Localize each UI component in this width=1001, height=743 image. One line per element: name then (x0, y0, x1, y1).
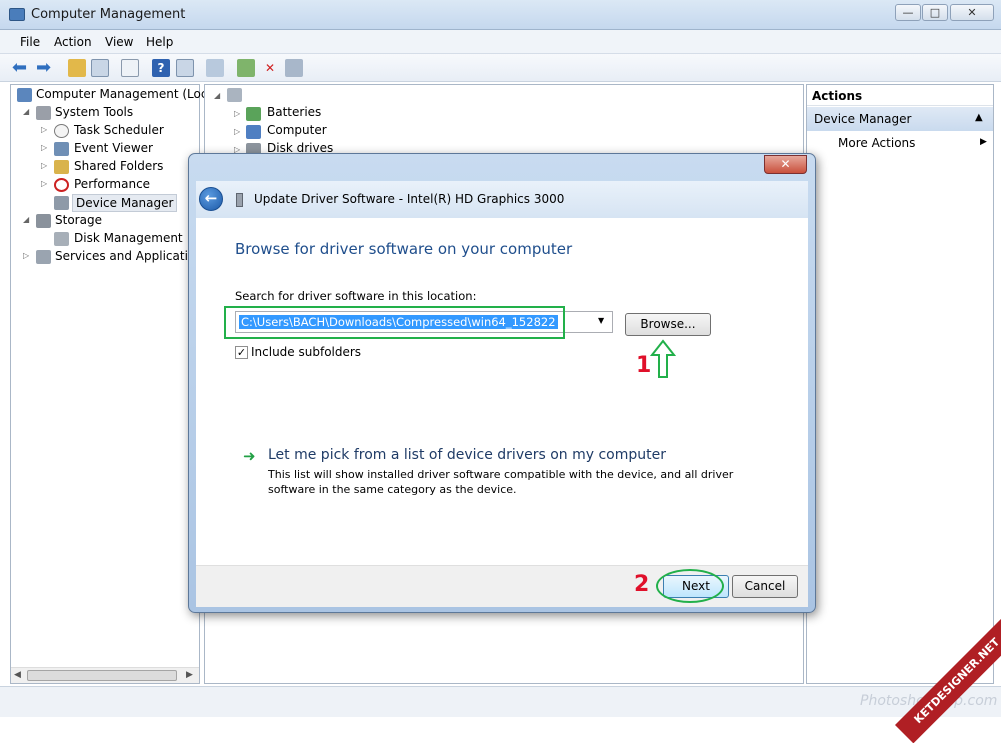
submenu-arrow-icon: ▶ (980, 137, 987, 147)
menu-view[interactable]: View (105, 35, 133, 49)
step-number-2: 2 (634, 572, 650, 597)
tree-item-services-and-applications[interactable]: Services and Applications (55, 249, 209, 263)
tree-item-event-viewer[interactable]: Event Viewer (74, 141, 153, 155)
collapse-arrow-icon[interactable]: ◢ (214, 91, 220, 100)
graphics-card-icon (236, 193, 243, 207)
disk-management-icon (54, 232, 69, 246)
expand-arrow-icon[interactable]: ▷ (41, 179, 47, 188)
tree-item-storage[interactable]: Storage (55, 213, 102, 227)
collapse-arrow-icon[interactable]: ◢ (23, 107, 29, 116)
menu-file[interactable]: File (20, 35, 40, 49)
horizontal-scrollbar[interactable]: ◀ ▶ (11, 667, 199, 683)
tree-item-computer-management[interactable]: Computer Management (Local (36, 87, 218, 101)
include-subfolders-checkbox[interactable]: ✓ (235, 346, 248, 359)
app-icon (9, 8, 25, 21)
scroll-left-icon[interactable]: ◀ (14, 670, 21, 680)
include-subfolders-label[interactable]: Include subfolders (251, 345, 361, 359)
maximize-button[interactable]: □ (922, 4, 948, 21)
tree-item-shared-folders[interactable]: Shared Folders (74, 159, 163, 173)
forward-arrow-icon[interactable]: ➡ (36, 57, 51, 78)
expand-arrow-icon[interactable]: ▷ (234, 127, 240, 136)
shared-folders-icon (54, 160, 69, 174)
expand-arrow-icon[interactable]: ▷ (41, 125, 47, 134)
actions-section-label: Device Manager (814, 112, 912, 126)
scan-hardware-icon[interactable] (206, 59, 224, 77)
clock-icon (54, 124, 69, 138)
pick-description-line2: software in the same category as the dev… (268, 483, 517, 496)
performance-icon (54, 178, 69, 192)
computer-icon (227, 88, 242, 102)
battery-icon (246, 107, 261, 121)
tree-item-performance[interactable]: Performance (74, 177, 150, 191)
back-arrow-icon[interactable]: ⬅ (12, 57, 27, 78)
dialog-close-button[interactable]: ✕ (764, 155, 807, 174)
arrow-up-icon (650, 339, 676, 378)
minimize-button[interactable]: — (895, 4, 921, 21)
pick-description-line1: This list will show installed driver sof… (268, 468, 734, 481)
title-bar: Computer Management — □ ✕ (0, 0, 1001, 30)
uninstall-icon[interactable]: ✕ (261, 59, 279, 77)
menu-bar: File Action View Help (0, 30, 1001, 54)
more-actions-link[interactable]: More Actions (838, 136, 915, 150)
step-number-1: 1 (636, 353, 652, 378)
show-action-pane-icon[interactable] (176, 59, 194, 77)
expand-arrow-icon[interactable]: ▷ (23, 251, 29, 260)
back-button[interactable]: ← (199, 187, 223, 211)
status-bar: Photoshop sup.com (0, 686, 1001, 717)
help-icon[interactable]: ? (152, 59, 170, 77)
actions-title: Actions (812, 89, 863, 103)
update-driver-dialog: ✕ ← Update Driver Software - Intel(R) HD… (188, 153, 816, 613)
dialog-heading: Browse for driver software on your compu… (235, 240, 573, 258)
collapse-up-icon[interactable]: ▲ (975, 112, 983, 123)
console-tree: Computer Management (Local ◢ System Tool… (10, 84, 218, 684)
dialog-footer: 2 Next Cancel (196, 565, 808, 607)
expand-arrow-icon[interactable]: ▷ (234, 109, 240, 118)
computer-management-icon (17, 88, 32, 102)
dropdown-arrow-icon[interactable]: ▼ (598, 316, 604, 325)
pick-from-list-link[interactable]: Let me pick from a list of device driver… (268, 447, 666, 463)
menu-help[interactable]: Help (146, 35, 173, 49)
next-highlight-ellipse (656, 569, 724, 603)
storage-icon (36, 214, 51, 228)
search-location-label: Search for driver software in this locat… (235, 289, 477, 303)
browse-button[interactable]: Browse... (625, 313, 711, 336)
monitor-icon (246, 125, 261, 139)
expand-arrow-icon[interactable]: ▷ (41, 143, 47, 152)
expand-arrow-icon[interactable]: ▷ (41, 161, 47, 170)
scrollbar-thumb[interactable] (27, 670, 177, 681)
tree-item-disk-management[interactable]: Disk Management (74, 231, 183, 245)
services-icon (36, 250, 51, 264)
device-category-computer[interactable]: Computer (267, 123, 327, 137)
actions-header: Actions (807, 85, 993, 106)
toolbar: ⬅ ➡ ? ✕ (0, 54, 1001, 82)
tree-item-device-manager[interactable]: Device Manager (72, 194, 178, 212)
highlight-box (224, 306, 565, 339)
green-arrow-icon: ➜ (243, 447, 256, 465)
disable-device-icon[interactable] (285, 59, 303, 77)
cancel-button[interactable]: Cancel (732, 575, 798, 598)
close-button[interactable]: ✕ (950, 4, 994, 21)
dialog-title: Update Driver Software - Intel(R) HD Gra… (254, 192, 565, 206)
device-category-batteries[interactable]: Batteries (267, 105, 321, 119)
device-manager-icon (54, 196, 69, 210)
properties-icon[interactable] (121, 59, 139, 77)
up-folder-icon[interactable] (68, 59, 86, 77)
update-driver-icon[interactable] (237, 59, 255, 77)
tree-item-system-tools[interactable]: System Tools (55, 105, 133, 119)
dialog-header: ← Update Driver Software - Intel(R) HD G… (196, 181, 808, 218)
window-title: Computer Management (31, 7, 186, 22)
dialog-body: Browse for driver software on your compu… (196, 218, 808, 565)
menu-action[interactable]: Action (54, 35, 92, 49)
actions-pane: Actions Device Manager ▲ More Actions ▶ (806, 84, 994, 684)
actions-section-device-manager[interactable]: Device Manager ▲ (807, 107, 993, 131)
collapse-arrow-icon[interactable]: ◢ (23, 215, 29, 224)
system-tools-icon (36, 106, 51, 120)
show-hide-tree-icon[interactable] (91, 59, 109, 77)
scroll-right-icon[interactable]: ▶ (186, 670, 193, 680)
event-viewer-icon (54, 142, 69, 156)
tree-item-task-scheduler[interactable]: Task Scheduler (74, 123, 164, 137)
